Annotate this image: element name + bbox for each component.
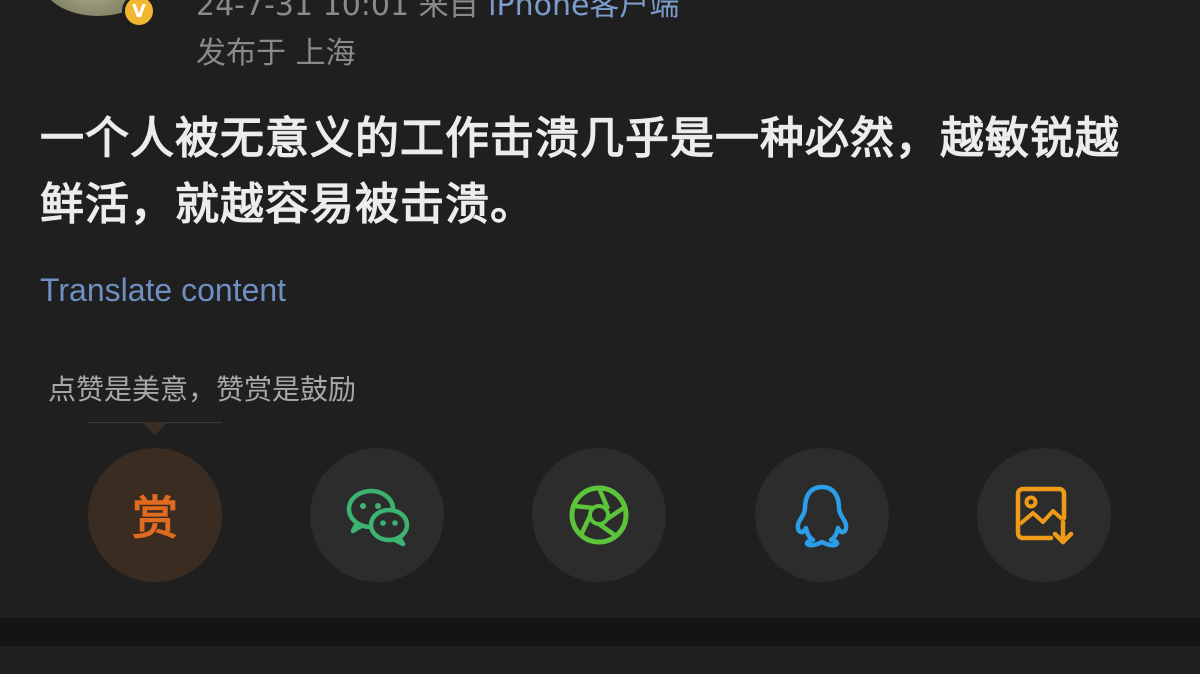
verified-badge-icon: V bbox=[122, 0, 156, 28]
reward-button[interactable]: 赏 bbox=[88, 448, 222, 582]
reward-tip-text: 点赞是美意，赞赏是鼓励 bbox=[48, 373, 357, 406]
save-image-button[interactable] bbox=[977, 448, 1111, 582]
post-meta: 24-7-31 10:01 来自 iPhone客户端 bbox=[196, 0, 679, 24]
share-qq-button[interactable] bbox=[755, 448, 889, 582]
post-time-source: 24-7-31 10:01 来自 bbox=[196, 0, 489, 23]
wechat-icon bbox=[346, 488, 410, 547]
moments-icon bbox=[569, 485, 629, 545]
qq-icon bbox=[795, 484, 849, 548]
reward-icon: 赏 bbox=[132, 491, 178, 545]
post-detail-page: V 24-7-31 10:01 来自 iPhone客户端 发布于 上海 一个人被… bbox=[0, 0, 1200, 674]
save-image-icon bbox=[1015, 486, 1074, 545]
tip-caret-icon bbox=[142, 422, 168, 435]
share-wechat-button[interactable] bbox=[310, 448, 444, 582]
post-location: 发布于 上海 bbox=[196, 36, 356, 71]
share-moments-button[interactable] bbox=[532, 448, 666, 582]
section-divider bbox=[0, 618, 1200, 646]
translate-content-link[interactable]: Translate content bbox=[40, 272, 286, 309]
post-text: 一个人被无意义的工作击溃几乎是一种必然，越敏锐越鲜活，就越容易被击溃。 bbox=[40, 113, 1120, 230]
post-device-link[interactable]: iPhone客户端 bbox=[488, 0, 679, 23]
next-section bbox=[0, 646, 1200, 674]
